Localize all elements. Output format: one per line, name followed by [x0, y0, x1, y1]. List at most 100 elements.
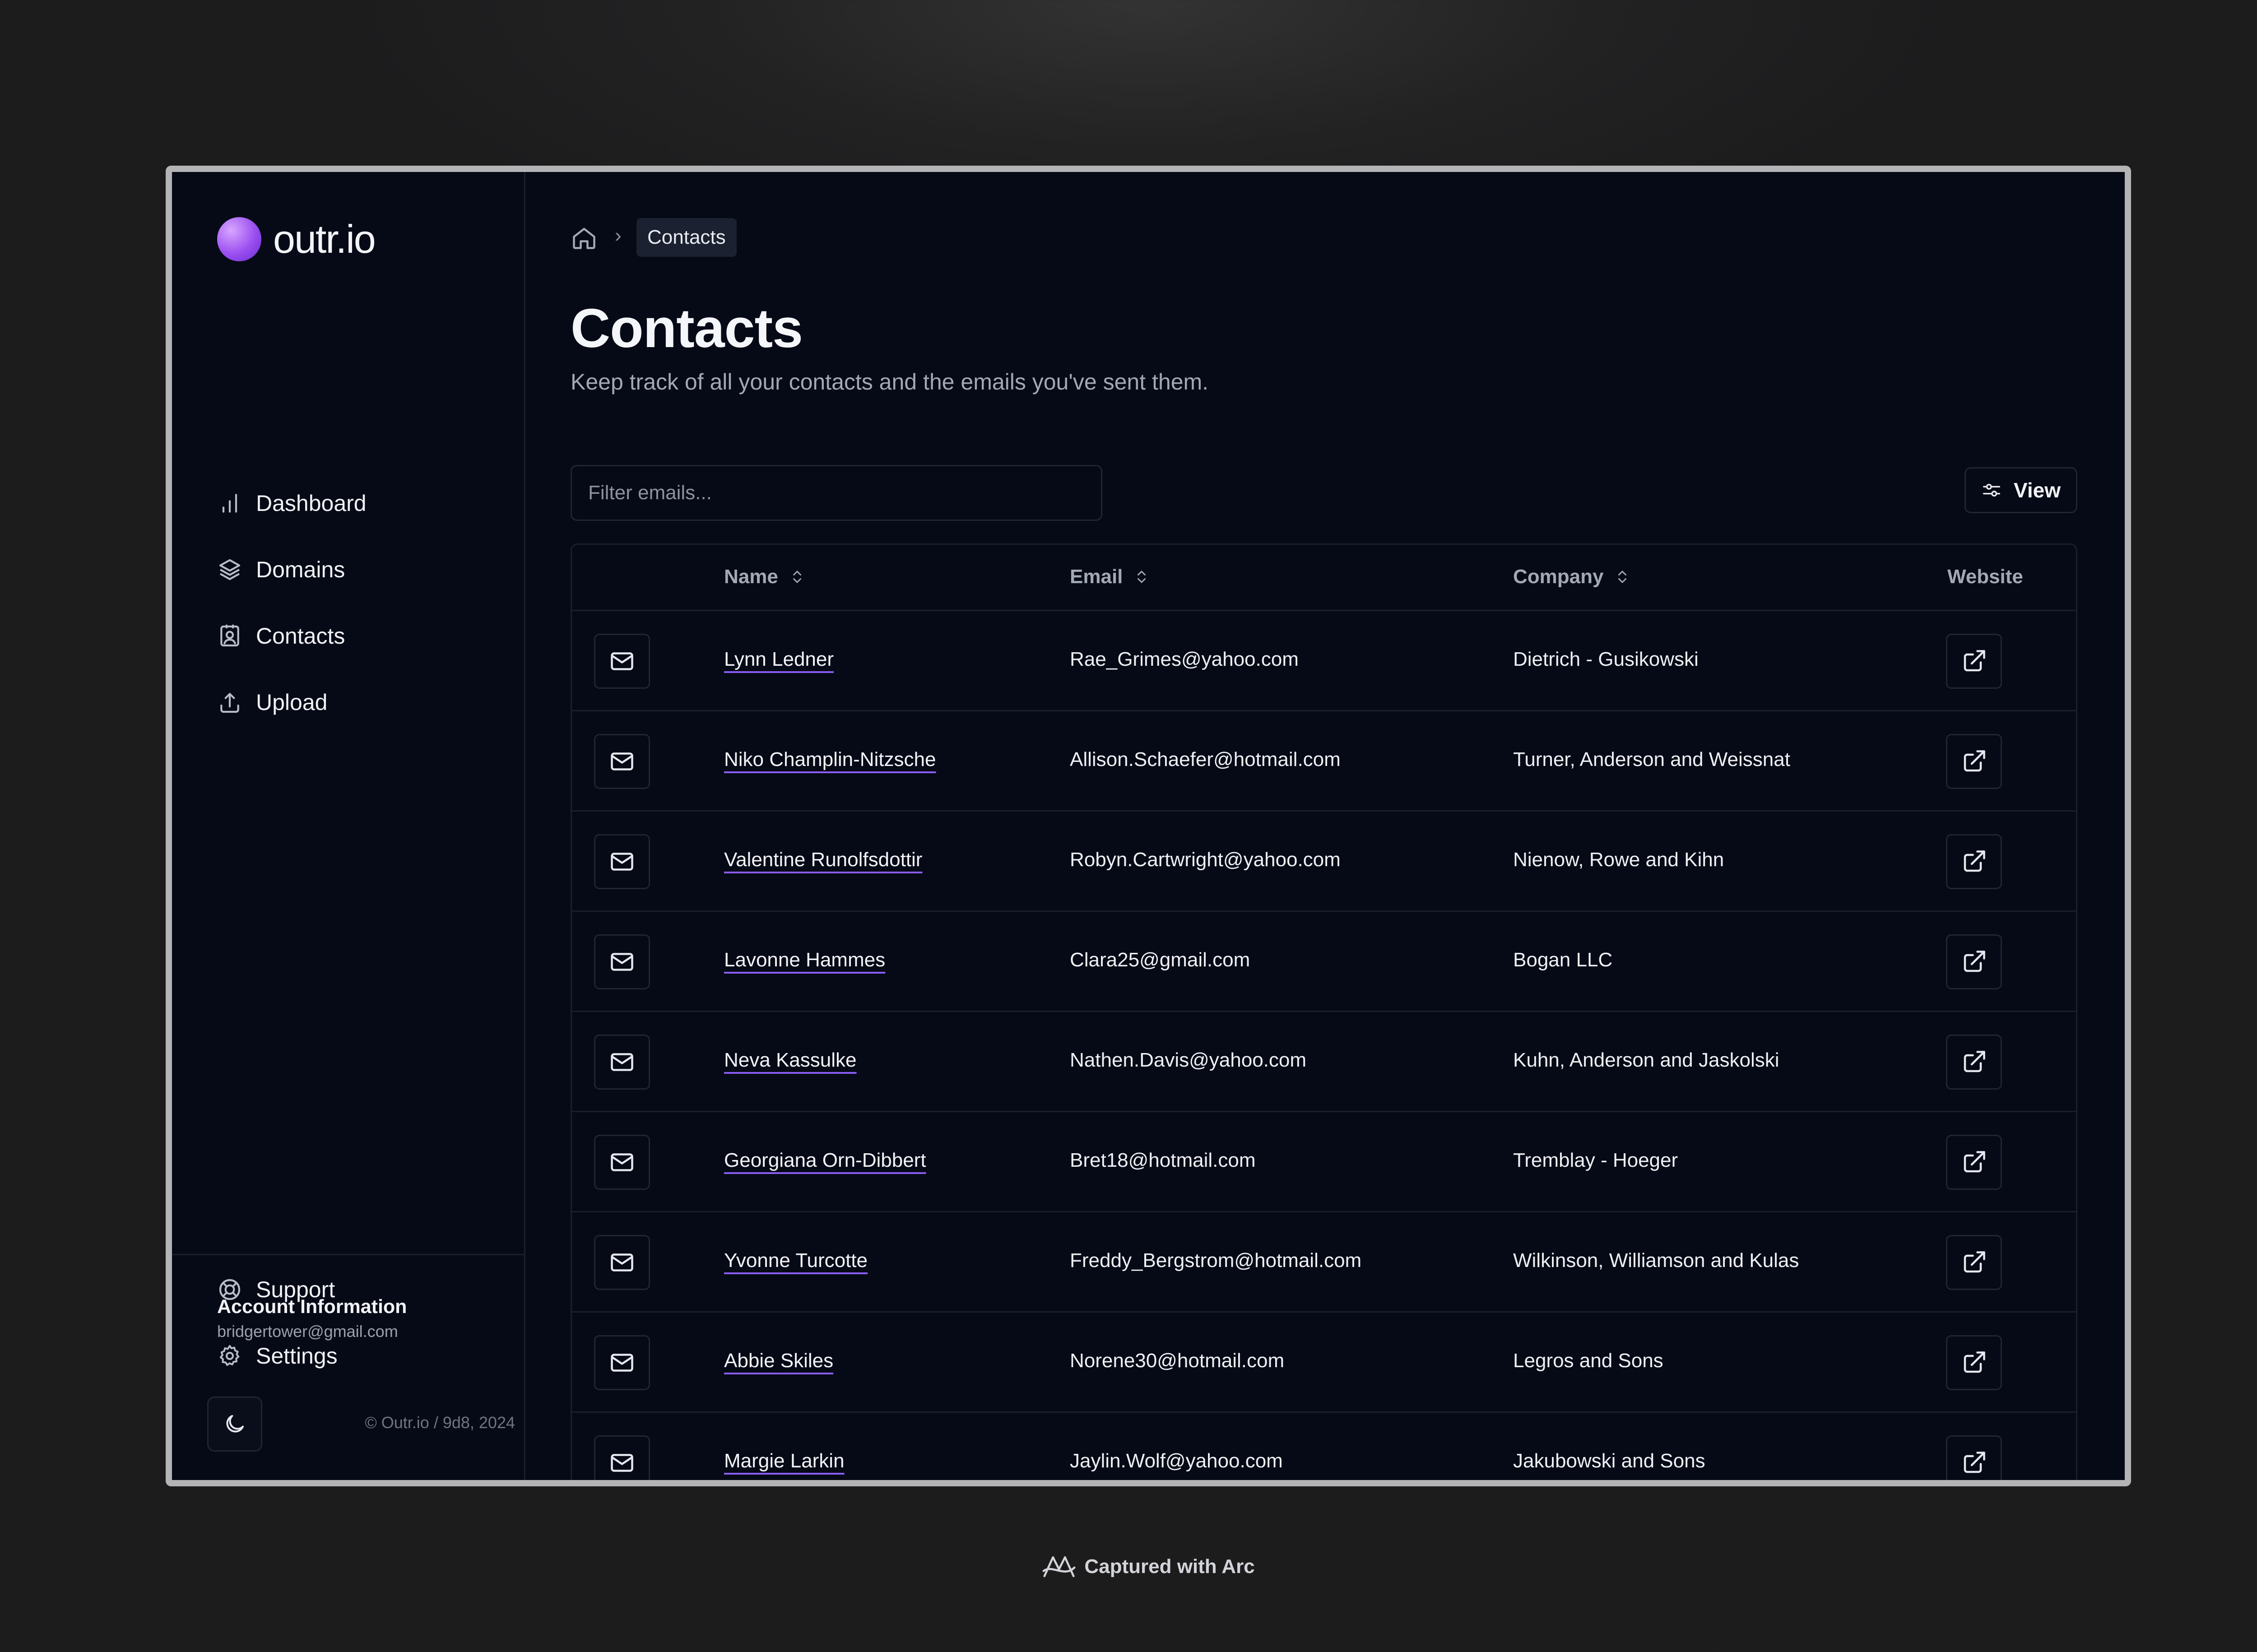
contact-company: Turner, Anderson and Weissnat [1513, 748, 1790, 770]
contact-card-icon [220, 624, 239, 647]
chevron-right-icon: › [615, 224, 622, 246]
mail-icon [611, 1253, 633, 1271]
contact-company: Kuhn, Anderson and Jaskolski [1513, 1049, 1779, 1071]
contact-name-link[interactable]: Lavonne Hammes [724, 949, 885, 971]
table-row: Lavonne Hammes Clara25@gmail.com Bogan L… [572, 912, 2076, 1012]
open-website-button[interactable] [1946, 1435, 2002, 1480]
contact-company: Tremblay - Hoeger [1513, 1149, 1678, 1171]
external-link-icon [1964, 1051, 1985, 1072]
contact-email: Rae_Grimes@yahoo.com [1070, 648, 1299, 670]
column-label: Website [1947, 566, 2023, 588]
column-label: Name [724, 566, 778, 588]
contact-name-link[interactable]: Niko Champlin-Nitzsche [724, 748, 936, 771]
contact-email: Nathen.Davis@yahoo.com [1070, 1049, 1307, 1071]
mail-icon [611, 953, 633, 971]
table-row: Abbie Skiles Norene30@hotmail.com Legros… [572, 1313, 2076, 1413]
table-row: Georgiana Orn-Dibbert Bret18@hotmail.com… [572, 1112, 2076, 1212]
table-row: Yvonne Turcotte Freddy_Bergstrom@hotmail… [572, 1212, 2076, 1313]
table-row: Neva Kassulke Nathen.Davis@yahoo.com Kuh… [572, 1012, 2076, 1112]
theme-toggle-button[interactable] [207, 1397, 262, 1452]
external-link-icon [1964, 650, 1985, 672]
contact-name-link[interactable]: Georgiana Orn-Dibbert [724, 1149, 926, 1172]
logo-orb [217, 217, 261, 261]
column-header-email[interactable]: Email [1070, 566, 1150, 588]
sidebar-item-label: Settings [256, 1343, 338, 1369]
contact-name-link[interactable]: Yvonne Turcotte [724, 1249, 868, 1272]
table-row: Niko Champlin-Nitzsche Allison.Schaefer@… [572, 711, 2076, 812]
bar-chart-icon [222, 494, 237, 513]
contact-email: Norene30@hotmail.com [1070, 1350, 1285, 1372]
table-header: Name Email Company Website [572, 545, 2076, 611]
mail-icon [611, 1454, 633, 1472]
contact-email: Jaylin.Wolf@yahoo.com [1070, 1450, 1283, 1472]
sidebar-item-dashboard[interactable]: Dashboard [217, 485, 367, 521]
contact-name-link[interactable]: Margie Larkin [724, 1450, 845, 1472]
external-link-icon [1964, 1351, 1985, 1373]
layers-icon [219, 559, 241, 580]
contacts-table: Name Email Company Website Lynn Ledner R… [571, 543, 2077, 1480]
view-options-button[interactable]: View [1964, 467, 2077, 513]
send-email-button[interactable] [594, 834, 650, 889]
home-icon[interactable] [571, 224, 598, 251]
sidebar-divider [172, 1254, 524, 1255]
filter-emails-input[interactable] [571, 465, 1102, 521]
external-link-icon [1964, 1251, 1985, 1273]
page-subtitle: Keep track of all your contacts and the … [571, 369, 1209, 394]
mail-icon [611, 853, 633, 871]
open-website-button[interactable] [1946, 1135, 2002, 1190]
contact-name-link[interactable]: Valentine Runolfsdottir [724, 849, 922, 871]
sidebar-item-label: Dashboard [256, 491, 367, 516]
account-email: bridgertower@gmail.com [217, 1322, 398, 1341]
gear-icon [219, 1345, 240, 1366]
table-row: Margie Larkin Jaylin.Wolf@yahoo.com Jaku… [572, 1413, 2076, 1480]
send-email-button[interactable] [594, 734, 650, 789]
open-website-button[interactable] [1946, 734, 2002, 789]
open-website-button[interactable] [1946, 1035, 2002, 1090]
contact-company: Wilkinson, Williamson and Kulas [1513, 1249, 1799, 1271]
contact-company: Bogan LLC [1513, 949, 1613, 971]
send-email-button[interactable] [594, 1335, 650, 1390]
sidebar-item-settings[interactable]: Settings [217, 1338, 338, 1374]
sliders-icon [1983, 483, 2000, 497]
arc-logo-icon [1042, 1556, 1076, 1578]
send-email-button[interactable] [594, 1035, 650, 1090]
column-label: Email [1070, 566, 1123, 588]
contact-name-link[interactable]: Lynn Ledner [724, 648, 834, 671]
sidebar-item-contacts[interactable]: Contacts [217, 618, 345, 654]
sidebar-item-upload[interactable]: Upload [217, 684, 327, 720]
column-header-company[interactable]: Company [1513, 566, 1630, 588]
column-label: Company [1513, 566, 1604, 588]
capture-footer: Captured with Arc [0, 1552, 2257, 1582]
main-content: › Contacts Contacts Keep track of all yo… [525, 172, 2125, 1480]
logo[interactable]: outr.io [217, 216, 376, 262]
column-header-website: Website [1947, 566, 2023, 588]
sidebar-item-domains[interactable]: Domains [217, 552, 345, 588]
open-website-button[interactable] [1946, 634, 2002, 689]
contact-name-link[interactable]: Abbie Skiles [724, 1350, 833, 1372]
send-email-button[interactable] [594, 1135, 650, 1190]
open-website-button[interactable] [1946, 834, 2002, 889]
open-website-button[interactable] [1946, 934, 2002, 989]
send-email-button[interactable] [594, 1435, 650, 1480]
mail-icon [611, 1053, 633, 1071]
open-website-button[interactable] [1946, 1335, 2002, 1390]
contact-company: Jakubowski and Sons [1513, 1450, 1705, 1472]
send-email-button[interactable] [594, 1235, 650, 1290]
external-link-icon [1964, 850, 1985, 872]
column-header-name[interactable]: Name [724, 566, 805, 588]
table-row: Lynn Ledner Rae_Grimes@yahoo.com Dietric… [572, 611, 2076, 711]
contact-email: Allison.Schaefer@hotmail.com [1070, 748, 1341, 770]
copyright: © Outr.io / 9d8, 2024 [365, 1413, 515, 1432]
sidebar-item-label: Upload [256, 690, 328, 715]
send-email-button[interactable] [594, 634, 650, 689]
sidebar-item-label: Contacts [256, 623, 345, 649]
mail-icon [611, 1153, 633, 1171]
open-website-button[interactable] [1946, 1235, 2002, 1290]
sidebar: outr.io Dashboard Domains Contacts Uploa… [172, 172, 525, 1480]
contact-name-link[interactable]: Neva Kassulke [724, 1049, 856, 1072]
breadcrumb-current[interactable]: Contacts [636, 218, 737, 257]
app-window: outr.io Dashboard Domains Contacts Uploa… [166, 166, 2131, 1486]
send-email-button[interactable] [594, 934, 650, 989]
capture-label: Captured with Arc [1084, 1555, 1255, 1578]
upload-icon [220, 693, 239, 713]
